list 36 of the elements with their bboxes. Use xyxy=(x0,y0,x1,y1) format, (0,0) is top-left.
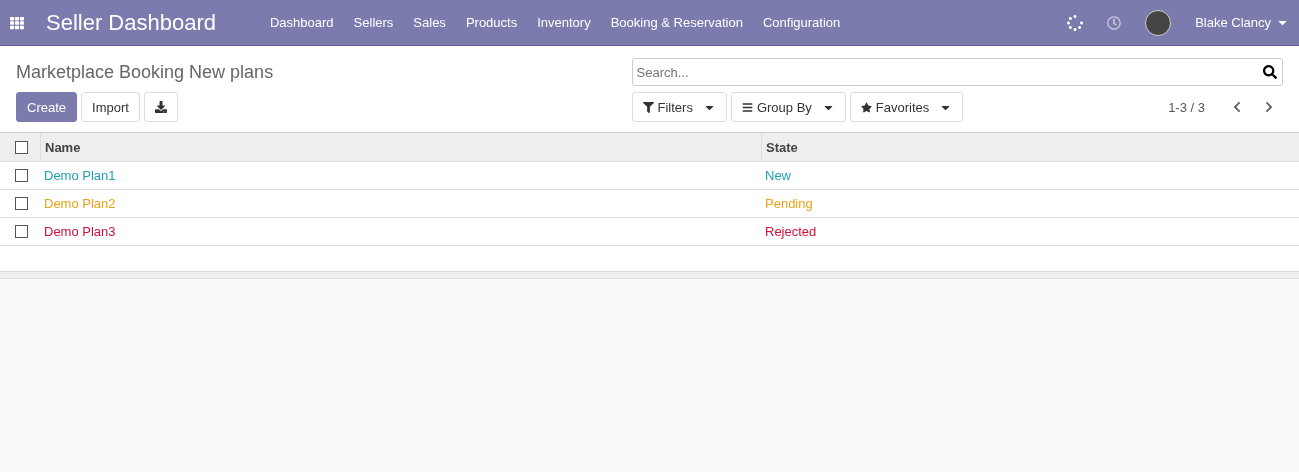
filter-dropdown-button[interactable]: Favorites xyxy=(849,92,964,122)
filter-dropdown-button[interactable]: Group By xyxy=(730,92,846,122)
search-field[interactable]: Search... xyxy=(631,58,1283,86)
spinner-icon xyxy=(1067,14,1084,31)
avatar xyxy=(1145,9,1172,36)
checkbox[interactable] xyxy=(15,225,28,238)
user-menu[interactable]: Blake Clancy xyxy=(1195,15,1289,30)
create-button[interactable]: Create xyxy=(16,92,78,122)
nav-menu-item[interactable]: Inventory xyxy=(527,15,601,30)
nav-menu-item[interactable]: Sales xyxy=(403,15,456,30)
pager-text: 1-3 / 3 xyxy=(1168,99,1205,115)
import-button[interactable]: Import xyxy=(81,92,140,122)
checkbox[interactable] xyxy=(15,197,28,210)
checkbox[interactable] xyxy=(15,169,28,182)
nav-menu-item[interactable]: Booking & Reservation xyxy=(600,15,753,30)
download-button[interactable] xyxy=(143,92,178,122)
filter-icon xyxy=(642,101,654,113)
search-icon[interactable] xyxy=(1263,65,1277,79)
app-title: Seller Dashboard xyxy=(46,9,216,36)
nav-menu-item[interactable]: Configuration xyxy=(752,15,851,30)
nav-menu-item[interactable]: Products xyxy=(455,15,528,30)
table-cell-text: Demo Plan2 xyxy=(43,196,117,211)
table-cell-text: Demo Plan1 xyxy=(43,168,117,183)
download-icon xyxy=(154,101,167,113)
table-cell-text: Demo Plan3 xyxy=(43,224,117,239)
filter-dropdown-button[interactable]: Filters xyxy=(631,92,727,122)
star-icon xyxy=(860,101,872,113)
table-cell-text: Rejected xyxy=(764,224,818,239)
checkbox[interactable] xyxy=(15,140,28,154)
table-cell-text: Pending xyxy=(764,196,814,211)
column-header[interactable]: State xyxy=(761,133,1299,161)
table-cell-text: New xyxy=(764,168,792,183)
nav-menu-item[interactable]: Dashboard xyxy=(260,15,344,30)
apps-menu-icon[interactable] xyxy=(10,15,24,30)
nav-menu-item[interactable]: Sellers xyxy=(343,15,404,30)
column-header[interactable]: Name xyxy=(40,133,761,161)
